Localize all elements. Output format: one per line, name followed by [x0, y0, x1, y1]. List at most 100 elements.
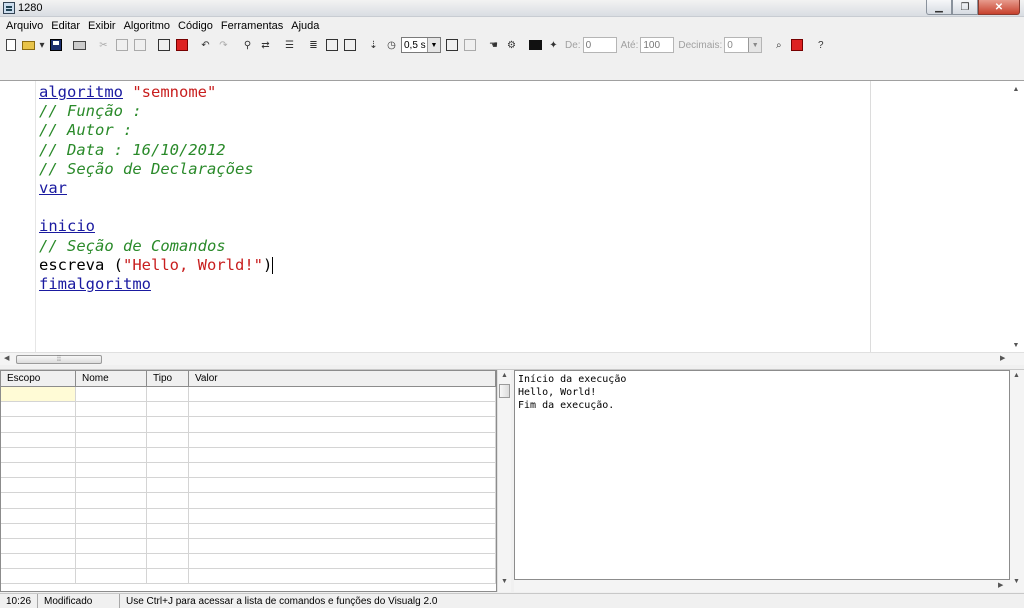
indent-button[interactable]: ☰	[281, 37, 298, 54]
editor-scroll-up-icon[interactable]: ▲	[1010, 83, 1022, 95]
table-cell[interactable]	[147, 554, 189, 569]
replace-button[interactable]: ⇄	[257, 37, 274, 54]
menu-ferramentas[interactable]: Ferramentas	[217, 20, 287, 32]
table-cell[interactable]	[76, 432, 147, 447]
ate-input[interactable]: 100	[640, 37, 675, 53]
paste-button[interactable]	[131, 37, 148, 54]
table-cell[interactable]	[76, 569, 147, 584]
code-line[interactable]: var	[39, 179, 273, 198]
table-cell[interactable]	[147, 538, 189, 554]
table-cell[interactable]	[189, 387, 496, 402]
table-cell[interactable]	[147, 417, 189, 432]
column-tipo[interactable]: Tipo	[147, 371, 189, 386]
table-cell[interactable]	[76, 387, 147, 402]
output-console[interactable]: Início da execução Hello, World! Fim da ex…	[514, 370, 1010, 580]
table-cell[interactable]	[189, 447, 496, 462]
table-cell[interactable]	[189, 432, 496, 447]
undo-button[interactable]: ↶	[197, 37, 214, 54]
table-cell[interactable]	[76, 417, 147, 432]
table-cell[interactable]	[1, 432, 76, 447]
code-line[interactable]: // Data : 16/10/2012	[39, 141, 273, 160]
table-cell[interactable]	[147, 523, 189, 538]
table-cell[interactable]	[1, 402, 76, 417]
scroll-right-icon[interactable]: ▶	[1000, 354, 1005, 362]
table-cell[interactable]	[189, 462, 496, 478]
variables-vertical-scrollbar[interactable]: ▲ ▼	[497, 370, 511, 592]
table-cell[interactable]	[147, 478, 189, 493]
table-cell[interactable]	[189, 554, 496, 569]
table-cell[interactable]	[76, 493, 147, 508]
table-row[interactable]	[1, 508, 496, 524]
find-button[interactable]: ⚲	[239, 37, 256, 54]
hand-button[interactable]: ☚	[485, 37, 502, 54]
table-cell[interactable]	[76, 478, 147, 493]
table-cell[interactable]	[76, 462, 147, 478]
table-cell[interactable]	[189, 523, 496, 538]
column-nome[interactable]: Nome	[76, 371, 147, 386]
table-cell[interactable]	[1, 569, 76, 584]
table-cell[interactable]	[147, 402, 189, 417]
scroll-down-icon[interactable]: ▼	[1013, 578, 1020, 585]
help-button[interactable]: ?	[812, 37, 829, 54]
print-button[interactable]	[71, 37, 88, 54]
scroll-left-icon[interactable]: ◀	[4, 354, 9, 362]
variables-grid[interactable]: Escopo Nome Tipo Valor	[0, 370, 497, 592]
close-button[interactable]: ✕	[978, 0, 1020, 15]
table-row[interactable]	[1, 387, 496, 403]
magic-wand-button[interactable]: ✦	[545, 37, 562, 54]
close-file-button[interactable]	[788, 37, 805, 54]
table-row[interactable]	[1, 554, 496, 570]
cut-button[interactable]: ✂	[95, 37, 112, 54]
editor-horizontal-scrollbar[interactable]: ◀ ⁞⁞ ▶	[0, 352, 1024, 365]
minimize-button[interactable]: ▁	[926, 0, 952, 15]
window-view-button[interactable]	[341, 37, 358, 54]
table-cell[interactable]	[1, 538, 76, 554]
menu-arquivo[interactable]: Arquivo	[2, 20, 47, 32]
table-cell[interactable]	[1, 417, 76, 432]
scroll-right-icon[interactable]: ▶	[998, 581, 1003, 589]
editor-scroll-down-icon[interactable]: ▼	[1010, 339, 1022, 351]
table-cell[interactable]	[147, 432, 189, 447]
table-cell[interactable]	[147, 462, 189, 478]
search-help-button[interactable]: ⌕	[770, 37, 787, 54]
table-row[interactable]	[1, 447, 496, 463]
table-cell[interactable]	[189, 417, 496, 432]
code-line[interactable]: // Autor :	[39, 121, 273, 140]
copy-to-clipboard-button[interactable]	[155, 37, 172, 54]
table-cell[interactable]	[76, 538, 147, 554]
menu-algoritmo[interactable]: Algoritmo	[120, 20, 174, 32]
scroll-down-icon[interactable]: ▼	[501, 578, 508, 585]
table-cell[interactable]	[147, 569, 189, 584]
code-line[interactable]	[39, 198, 273, 217]
table-cell[interactable]	[76, 447, 147, 462]
redo-button[interactable]: ↷	[215, 37, 232, 54]
new-file-button[interactable]	[2, 37, 19, 54]
console-button[interactable]	[527, 37, 544, 54]
table-cell[interactable]	[147, 508, 189, 523]
code-line[interactable]: algoritmo "semnome"	[39, 83, 273, 102]
table-cell[interactable]	[1, 523, 76, 538]
table-cell[interactable]	[147, 447, 189, 462]
output-horizontal-scrollbar[interactable]: ▶	[514, 580, 1010, 592]
breakpoint-button[interactable]: ⚙	[503, 37, 520, 54]
menu-editar[interactable]: Editar	[47, 20, 84, 32]
code-content[interactable]: algoritmo "semnome"// Função :// Autor :…	[39, 83, 274, 294]
table-cell[interactable]	[189, 508, 496, 523]
step-button[interactable]: ⇣	[365, 37, 382, 54]
run-step-button[interactable]	[443, 37, 460, 54]
menu-ajuda[interactable]: Ajuda	[287, 20, 323, 32]
decimais-select[interactable]: 0 ▼	[724, 37, 763, 53]
code-line[interactable]: escreva ("Hello, World!")	[39, 256, 274, 275]
column-valor[interactable]: Valor	[189, 371, 496, 386]
table-cell[interactable]	[189, 493, 496, 508]
table-row[interactable]	[1, 538, 496, 555]
table-row[interactable]	[1, 493, 496, 509]
table-cell[interactable]	[1, 462, 76, 478]
scroll-up-icon[interactable]: ▲	[501, 372, 508, 379]
timer-button[interactable]: ◷	[383, 37, 400, 54]
menu-exibir[interactable]: Exibir	[84, 20, 120, 32]
open-dropdown-button[interactable]: ▾	[38, 37, 46, 54]
de-input[interactable]: 0	[582, 37, 617, 53]
table-cell[interactable]	[76, 554, 147, 569]
table-row[interactable]	[1, 417, 496, 433]
